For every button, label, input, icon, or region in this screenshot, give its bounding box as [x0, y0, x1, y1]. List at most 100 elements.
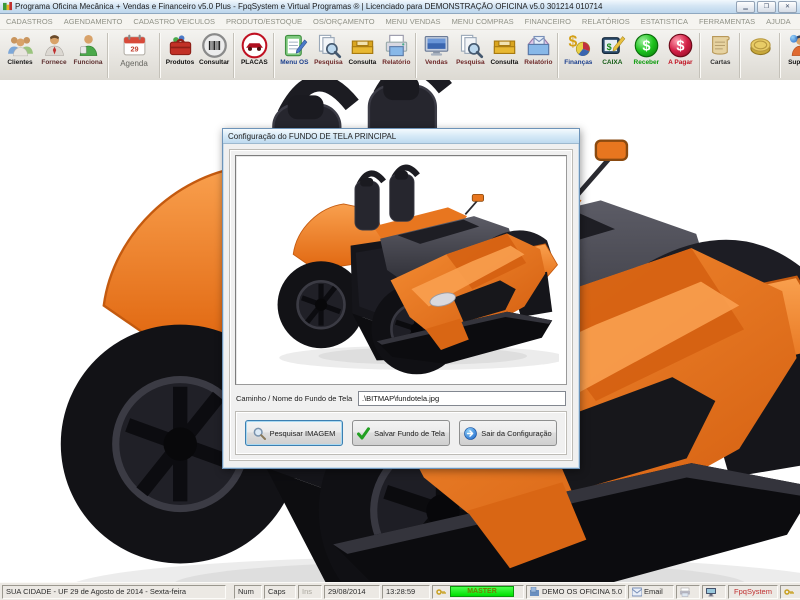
master-user-badge: MASTER	[450, 586, 514, 597]
button-label: Salvar Fundo de Tela	[374, 428, 445, 438]
toolbar-label: CAIXA	[602, 59, 623, 66]
drawer-icon	[493, 40, 516, 54]
finance-pie-icon: $	[568, 34, 590, 56]
toolbar-fornecedor-button[interactable]: Fornece	[37, 30, 71, 81]
menu-cadastro-veiculos[interactable]: CADASTRO VEICULOS	[133, 17, 215, 26]
clients-icon	[7, 36, 33, 57]
app-mini-icon	[530, 586, 539, 596]
menu-produto-estoque[interactable]: PRODUTO/ESTOQUE	[226, 17, 302, 26]
toolbar-label: Funciona	[73, 59, 103, 66]
toolbar-menu-os-button[interactable]: Menu OS	[277, 30, 311, 81]
menu-ferramentas[interactable]: FERRAMENTAS	[699, 17, 755, 26]
barcode-icon	[201, 33, 227, 58]
status-email[interactable]: Email	[628, 584, 674, 599]
status-location: SUA CIDADE - UF 29 de Agosto de 2014 - S…	[2, 584, 226, 599]
monitor-mini-icon	[706, 587, 716, 596]
toolbar: Clientes Fornece Funciona 29 Agenda Prod…	[0, 30, 800, 82]
printer-mini-icon	[680, 587, 690, 597]
status-brand: FpqSystem	[728, 584, 778, 599]
toolbar-consultar-button[interactable]: Consultar	[197, 30, 231, 81]
green-check-icon	[357, 426, 371, 439]
toolbar-placas-button[interactable]: PLACAS	[237, 30, 271, 81]
restore-button[interactable]: ❐	[757, 0, 776, 13]
blue-arrow-icon	[464, 426, 478, 440]
menu-ajuda[interactable]: AJUDA	[766, 17, 791, 26]
monitor-icon	[424, 35, 449, 56]
dialog-title-bar[interactable]: Configuração do FUNDO DE TELA PRINCIPAL	[223, 129, 579, 144]
toolbar-caixa-button[interactable]: $ CAIXA	[595, 30, 629, 81]
toolbar-suporte-button[interactable]: Suporte	[783, 30, 800, 81]
status-printer[interactable]	[676, 584, 700, 599]
toolbar-label: A Pagar	[668, 59, 693, 66]
toolbar-label: Consultar	[199, 59, 230, 66]
calendar-icon: 29	[123, 34, 145, 56]
pay-dollar-icon: $	[668, 33, 693, 58]
supplier-icon	[44, 35, 64, 56]
toolbar-funcionario-button[interactable]: Funciona	[71, 30, 105, 81]
toolbar-label: Receber	[633, 59, 660, 66]
toolbar-label: Pesquisa	[456, 59, 485, 66]
menu-vendas[interactable]: MENU VENDAS	[386, 17, 441, 26]
toolbar-a-pagar-button[interactable]: $ A Pagar	[663, 30, 697, 81]
mailbox-icon	[527, 35, 550, 56]
toolbar-receber-button[interactable]: $ Receber	[629, 30, 663, 81]
toolbar-separator	[233, 33, 236, 78]
status-network[interactable]	[702, 584, 726, 599]
path-input[interactable]	[358, 391, 566, 406]
toolbar-produtos-button[interactable]: Produtos	[163, 30, 197, 81]
toolbar-agenda-button[interactable]: 29 Agenda	[111, 30, 157, 81]
status-bar: SUA CIDADE - UF 29 de Agosto de 2014 - S…	[0, 582, 800, 600]
toolbar-label: Menu OS	[280, 59, 309, 66]
menu-cadastros[interactable]: CADASTROS	[6, 17, 53, 26]
status-caps: Caps	[264, 584, 296, 599]
toolbar-pesquisa-os-button[interactable]: Pesquisa	[311, 30, 345, 81]
dialog-title: Configuração do FUNDO DE TELA PRINCIPAL	[228, 131, 397, 141]
toolbar-vendas-button[interactable]: Vendas	[419, 30, 453, 81]
toolbar-moedas-button[interactable]	[743, 30, 777, 81]
menu-financeiro[interactable]: FINANCEIRO	[525, 17, 571, 26]
toolbar-consulta-os-button[interactable]: Consulta	[345, 30, 379, 81]
toolbar-relatorio-vendas-button[interactable]: Relatório	[521, 30, 555, 81]
button-label: Sair da Configuração	[481, 428, 552, 438]
toolbar-label: Finanças	[564, 59, 593, 66]
menu-relatorios[interactable]: RELATÓRIOS	[582, 17, 630, 26]
status-demo: DEMO OS OFICINA 5.0	[526, 584, 626, 599]
minimize-button[interactable]: ▁	[736, 0, 755, 13]
menu-agendamento[interactable]: AGENDAMENTO	[64, 17, 123, 26]
toolbar-label: Relatório	[382, 59, 411, 66]
toolbar-relatorio-os-button[interactable]: Relatório	[379, 30, 413, 81]
toolbar-separator	[557, 33, 560, 78]
toolbar-separator	[739, 33, 742, 78]
toolbar-financas-button[interactable]: $ Finanças	[561, 30, 595, 81]
pesquisar-imagem-button[interactable]: Pesquisar IMAGEM	[245, 420, 343, 446]
wallpaper-preview-image	[243, 157, 559, 383]
wallpaper-preview-panel	[235, 155, 567, 385]
toolbar-label: Relatório	[524, 59, 553, 66]
toolbar-label: Fornece	[41, 59, 67, 66]
toolbar-label: Cartas	[710, 59, 731, 66]
employee-icon	[79, 35, 97, 56]
status-key[interactable]	[780, 584, 800, 599]
receive-dollar-icon: $	[634, 33, 659, 58]
close-button[interactable]: ✕	[778, 0, 797, 13]
menu-compras[interactable]: MENU COMPRAS	[452, 17, 514, 26]
salvar-fundo-button[interactable]: Salvar Fundo de Tela	[352, 420, 450, 446]
app-logo-icon	[3, 2, 12, 11]
status-user: MASTER	[432, 584, 524, 599]
toolbar-consulta-vendas-button[interactable]: Consulta	[487, 30, 521, 81]
path-label: Caminho / Nome do Fundo de Tela	[236, 394, 353, 403]
toolbox-icon	[169, 35, 191, 56]
status-ins: Ins	[298, 584, 322, 599]
toolbar-cartas-button[interactable]: Cartas	[703, 30, 737, 81]
toolbar-label: Pesquisa	[314, 59, 343, 66]
menu-estatistica[interactable]: ESTATISTICA	[641, 17, 688, 26]
status-num: Num	[234, 584, 262, 599]
toolbar-label: Consulta	[490, 59, 519, 66]
window-title: Programa Oficina Mecânica + Vendas e Fin…	[15, 2, 603, 11]
menu-os-orcamento[interactable]: OS/ORÇAMENTO	[313, 17, 375, 26]
toolbar-label: Suporte	[788, 59, 800, 66]
svg-text:29: 29	[130, 45, 138, 54]
toolbar-clientes-button[interactable]: Clientes	[3, 30, 37, 81]
toolbar-pesquisa-vendas-button[interactable]: Pesquisa	[453, 30, 487, 81]
sair-configuracao-button[interactable]: Sair da Configuração	[459, 420, 557, 446]
